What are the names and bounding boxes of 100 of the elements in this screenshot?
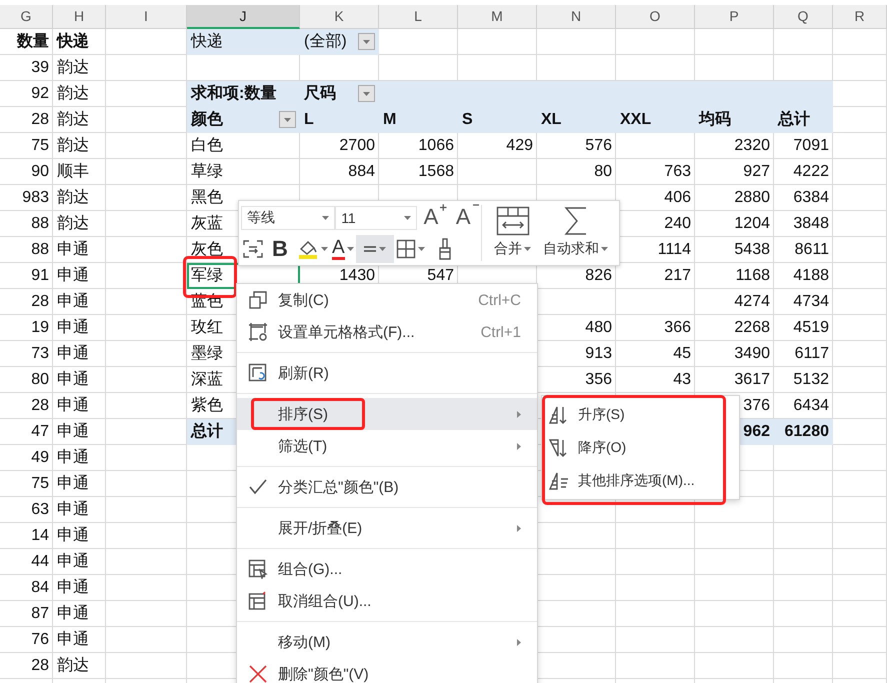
table-cell-text: 4188 <box>792 266 830 286</box>
table-cell-text: 39 <box>30 58 50 78</box>
table-cell-text: 73 <box>30 344 50 364</box>
table-cell-text: 826 <box>584 266 613 286</box>
bold-button[interactable]: B <box>268 235 292 263</box>
table-cell-text: 76 <box>30 630 50 650</box>
menu-item[interactable]: 删除"颜色"(V) <box>237 658 537 683</box>
column-header[interactable]: R <box>833 5 887 29</box>
table-cell-text: 91 <box>30 266 50 286</box>
column-header[interactable]: G <box>0 5 53 29</box>
column-header[interactable]: H <box>53 5 106 29</box>
menu-item[interactable]: 设置单元格格式(F)... Ctrl+1 <box>237 316 537 348</box>
font-color-button[interactable]: A <box>330 235 356 263</box>
menu-item[interactable]: 组合(G)... <box>237 553 537 585</box>
column-header[interactable]: Q <box>774 5 833 29</box>
dropdown-button[interactable] <box>279 111 296 128</box>
sum-icon <box>562 206 588 236</box>
table-cell-text: 申通 <box>56 266 90 286</box>
table-cell: 总计 <box>774 107 833 133</box>
menu-item[interactable]: 其他排序选项(M)... <box>542 464 739 497</box>
table-cell-text: 1430 <box>338 266 376 286</box>
menu-item[interactable]: 排序(S) <box>237 398 537 430</box>
column-header[interactable]: L <box>379 5 458 29</box>
table-cell-text: 2700 <box>338 136 376 156</box>
submenu-arrow-icon <box>517 410 521 418</box>
align-button[interactable] <box>356 235 394 263</box>
column-header[interactable]: I <box>106 5 187 29</box>
table-cell-text: 983 <box>21 188 50 208</box>
table-cell: XL <box>537 107 616 133</box>
field-header[interactable]: 颜色 <box>187 107 300 133</box>
table-cell-text: 灰色 <box>191 240 223 260</box>
table-cell-text: 1066 <box>417 136 455 156</box>
table-cell-text: 紫色 <box>191 396 223 416</box>
table-cell: 均码 <box>695 107 774 133</box>
caret-icon <box>379 247 386 251</box>
dropdown-button[interactable] <box>358 85 375 102</box>
table-cell-text: 申通 <box>56 240 90 260</box>
column-header[interactable]: N <box>537 5 616 29</box>
table-cell-text: 43 <box>672 370 692 390</box>
table-cell-text: 1168 <box>734 266 771 286</box>
caret-icon <box>321 247 328 251</box>
table-cell-text: 墨绿 <box>191 344 223 364</box>
menu-item[interactable]: 移动(M) <box>237 626 537 658</box>
table-cell-text: 19 <box>30 318 50 338</box>
table-cell-text: 87 <box>30 604 50 624</box>
menu-item[interactable]: 复制(C) Ctrl+C <box>237 284 537 316</box>
table-cell: 61280 <box>774 419 833 445</box>
table-cell-text: 88 <box>30 214 50 234</box>
menu-item[interactable]: 取消组合(U)... <box>237 585 537 617</box>
table-cell-text: 28 <box>30 110 50 130</box>
table-cell-text: 韵达 <box>56 136 90 156</box>
column-header[interactable]: P <box>695 5 774 29</box>
table-cell-text: 申通 <box>56 422 90 442</box>
column-header[interactable]: M <box>458 5 537 29</box>
borders-icon <box>396 239 416 259</box>
table-cell-text: 7091 <box>792 136 830 156</box>
table-cell-text: 灰蓝 <box>191 214 223 234</box>
table-cell: 求和项:数量 <box>187 81 300 107</box>
column-header[interactable]: K <box>300 5 379 29</box>
table-cell-text: 4222 <box>792 162 830 182</box>
table-cell-text: 547 <box>426 266 455 286</box>
table-cell-text: 1568 <box>417 162 455 182</box>
table-cell-text: 白色 <box>191 136 223 156</box>
menu-item[interactable]: 分类汇总"颜色"(B) <box>237 471 537 503</box>
table-cell-text: 90 <box>30 162 50 182</box>
table-cell-text: 申通 <box>56 344 90 364</box>
table-cell-text: 4274 <box>733 292 771 312</box>
filter-field[interactable]: (全部) <box>300 29 379 55</box>
decrease-font-button[interactable]: A <box>454 204 481 232</box>
menu-item[interactable]: 展开/折叠(E) <box>237 512 537 544</box>
table-cell-text: 366 <box>663 318 692 338</box>
table-cell-text: 884 <box>347 162 376 182</box>
table-cell-text: 80 <box>593 162 613 182</box>
table-cell-text: 2880 <box>733 188 771 208</box>
increase-font-button[interactable]: A <box>422 204 449 232</box>
group-icon <box>248 559 268 579</box>
dropdown-button[interactable] <box>358 33 375 50</box>
table-cell-text: 3848 <box>792 214 830 234</box>
menu-item[interactable]: 刷新(R) <box>237 357 537 389</box>
column-header[interactable]: O <box>616 5 695 29</box>
caret-icon <box>346 247 354 251</box>
autosum-button[interactable]: 自动求和 <box>539 201 612 265</box>
caret-icon <box>418 247 425 251</box>
table-cell-text: 韵达 <box>56 188 90 208</box>
font-size-field[interactable]: 11 <box>335 206 417 230</box>
column-header[interactable]: J <box>187 5 300 29</box>
table-cell-text: 申通 <box>56 526 90 546</box>
font-name-field[interactable]: 等线 <box>241 206 336 230</box>
field-header[interactable]: 尺码 <box>300 81 379 107</box>
merge-button[interactable]: 合并 <box>490 201 535 265</box>
table-cell-text: 49 <box>30 448 50 468</box>
table-cell-text: 75 <box>30 136 50 156</box>
table-cell-text: 8611 <box>794 240 830 260</box>
table-cell-text: 数量 <box>16 32 50 52</box>
table-cell-text: 1114 <box>656 240 692 260</box>
table-cell-text: 576 <box>584 136 613 156</box>
table-cell-text: 2320 <box>733 136 771 156</box>
table-cell-text: 申通 <box>56 370 90 390</box>
table-cell-text: 429 <box>505 136 534 156</box>
align-icon <box>363 246 378 252</box>
